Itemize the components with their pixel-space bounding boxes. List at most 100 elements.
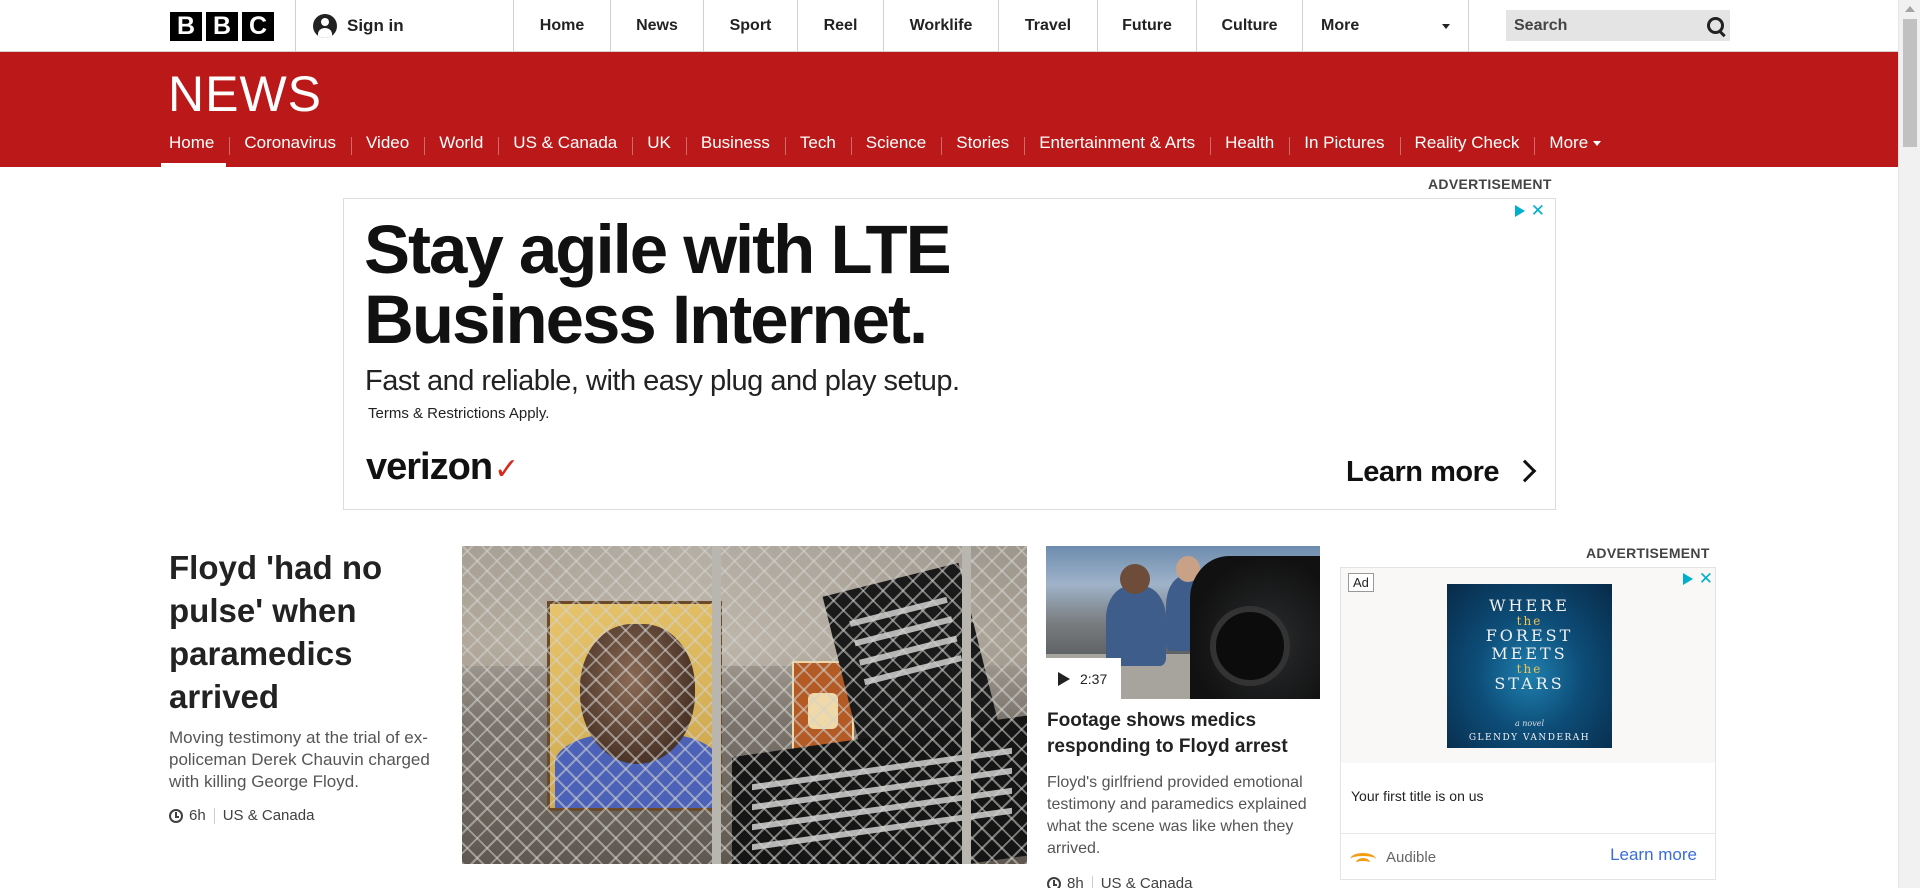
news-nav-entertainment-arts[interactable]: Entertainment & Arts <box>1024 124 1210 167</box>
lead-story-image[interactable] <box>462 546 1027 864</box>
audible-wordmark: Audible <box>1386 849 1437 866</box>
banner-ad[interactable]: ✕ Stay agile with LTE Business Internet.… <box>343 198 1556 510</box>
advertisement-label: ADVERTISEMENT <box>1428 176 1552 192</box>
scroll-up-arrow-icon[interactable] <box>1905 6 1915 12</box>
video-story-title[interactable]: Footage shows medics responding to Floyd… <box>1047 708 1322 760</box>
bbc-logo-letter: C <box>242 12 274 41</box>
sidebar-ad-learn-more[interactable]: Learn more <box>1610 845 1697 865</box>
adchoices-icon[interactable] <box>1514 204 1525 217</box>
clock-icon <box>1047 876 1061 888</box>
verizon-check-icon: ✓ <box>494 453 519 486</box>
audible-logo: Audible <box>1350 849 1436 866</box>
chain-fence <box>462 546 1027 864</box>
adchoices-icon[interactable] <box>1682 572 1693 585</box>
video-duration-badge[interactable]: 2:37 <box>1046 658 1121 699</box>
news-nav-us-canada[interactable]: US & Canada <box>498 124 632 167</box>
search-input[interactable]: Search <box>1514 17 1702 35</box>
lead-story-title[interactable]: Floyd 'had no pulse' when paramedics arr… <box>169 546 399 718</box>
divider <box>1091 875 1093 888</box>
video-story-meta: 8h US & Canada <box>1047 875 1192 888</box>
search-icon[interactable] <box>1702 12 1730 40</box>
book-title-line: FOREST <box>1485 626 1574 645</box>
news-nav-tech[interactable]: Tech <box>784 124 851 167</box>
ad-headline-line: Stay agile with LTE <box>364 211 952 288</box>
divider <box>1341 833 1715 834</box>
close-icon[interactable]: ✕ <box>1699 570 1713 587</box>
news-nav-stories[interactable]: Stories <box>941 124 1024 167</box>
news-nav-world[interactable]: World <box>424 124 498 167</box>
news-nav-home[interactable]: Home <box>154 124 229 167</box>
adchoices[interactable]: ✕ <box>1514 202 1545 219</box>
fence-pole <box>962 546 971 864</box>
top-nav-more-label: More <box>1321 17 1360 34</box>
top-nav-worklife[interactable]: Worklife <box>883 0 998 52</box>
signin-link[interactable]: Sign in <box>313 14 404 38</box>
ad-headline: Stay agile with LTE Business Internet. <box>364 211 952 355</box>
bbc-top-bar: B B C Sign in Home News Sport Reel Workl… <box>0 0 1898 52</box>
news-nav-video[interactable]: Video <box>351 124 424 167</box>
lead-story-meta: 6h US & Canada <box>169 807 314 824</box>
news-nav-more[interactable]: More <box>1534 124 1616 167</box>
ad-tag: Ad <box>1348 573 1374 592</box>
ad-subline: Fast and reliable, with easy plug and pl… <box>365 365 960 397</box>
chevron-right-icon[interactable] <box>1513 459 1537 483</box>
top-nav-future[interactable]: Future <box>1097 0 1196 52</box>
adchoices[interactable]: ✕ <box>1682 570 1713 587</box>
top-nav-reel[interactable]: Reel <box>797 0 883 52</box>
search-box[interactable]: Search <box>1506 10 1730 41</box>
top-nav-sport[interactable]: Sport <box>703 0 797 52</box>
audible-icon <box>1350 851 1376 865</box>
book-cover: WHERE the FOREST MEETS the STARS a novel… <box>1447 584 1612 748</box>
book-author: GLENDY VANDERAH <box>1468 733 1591 743</box>
close-icon[interactable]: ✕ <box>1531 202 1545 219</box>
ad-learn-more[interactable]: Learn more <box>1346 456 1499 489</box>
top-nav-travel[interactable]: Travel <box>998 0 1097 52</box>
signin-label: Sign in <box>347 16 404 35</box>
chevron-down-icon <box>1442 24 1450 29</box>
top-nav-news[interactable]: News <box>610 0 703 52</box>
caret-down-icon <box>1593 141 1602 147</box>
sidebar-ad-text: Your first title is on us <box>1351 788 1484 804</box>
news-nav-health[interactable]: Health <box>1210 124 1289 167</box>
bbc-logo-letter: B <box>206 12 238 41</box>
book-subtitle: a novel <box>1514 719 1545 728</box>
news-nav-reality-check[interactable]: Reality Check <box>1399 124 1535 167</box>
book-title-line: WHERE <box>1489 596 1570 615</box>
bbc-logo[interactable]: B B C <box>170 12 274 41</box>
news-logo[interactable]: NEWS <box>168 65 322 123</box>
news-nav: Home Coronavirus Video World US & Canada… <box>154 124 1616 167</box>
user-icon <box>313 14 337 38</box>
ad-terms: Terms & Restrictions Apply. <box>368 405 550 422</box>
video-story-section-link[interactable]: US & Canada <box>1101 875 1193 888</box>
divider <box>295 0 296 52</box>
sidebar-ad-creative: Ad ✕ WHERE the FOREST MEETS the STARS a … <box>1341 568 1715 763</box>
video-story-summary: Floyd's girlfriend provided emotional te… <box>1047 774 1307 857</box>
news-nav-coronavirus[interactable]: Coronavirus <box>229 124 351 167</box>
news-nav-in-pictures[interactable]: In Pictures <box>1289 124 1399 167</box>
divider <box>213 807 215 824</box>
advertisement-label: ADVERTISEMENT <box>1586 545 1710 561</box>
verizon-logo: verizon✓ <box>366 446 519 489</box>
page-scrollbar[interactable] <box>1898 0 1920 888</box>
play-icon <box>1058 671 1070 686</box>
top-nav-home[interactable]: Home <box>513 0 610 52</box>
top-nav-more[interactable]: More <box>1302 0 1469 52</box>
top-nav: Home News Sport Reel Worklife Travel Fut… <box>513 0 1469 52</box>
clock-icon <box>169 808 183 823</box>
image-figure <box>1106 564 1166 666</box>
book-title-line: STARS <box>1494 674 1565 693</box>
verizon-wordmark: verizon <box>366 446 493 488</box>
lead-story-summary: Moving testimony at the trial of ex-poli… <box>169 728 430 791</box>
sidebar-ad[interactable]: Ad ✕ WHERE the FOREST MEETS the STARS a … <box>1340 567 1716 880</box>
top-nav-culture[interactable]: Culture <box>1196 0 1302 52</box>
scrollbar-thumb[interactable] <box>1903 19 1917 147</box>
fence-pole <box>712 546 721 864</box>
news-nav-uk[interactable]: UK <box>632 124 686 167</box>
news-nav-business[interactable]: Business <box>685 124 785 167</box>
news-nav-more-label: More <box>1549 133 1589 152</box>
news-nav-science[interactable]: Science <box>850 124 941 167</box>
video-story-time: 8h <box>1067 875 1084 888</box>
video-duration: 2:37 <box>1080 670 1108 687</box>
lead-story-section-link[interactable]: US & Canada <box>223 807 315 824</box>
lead-story-time: 6h <box>189 807 206 824</box>
